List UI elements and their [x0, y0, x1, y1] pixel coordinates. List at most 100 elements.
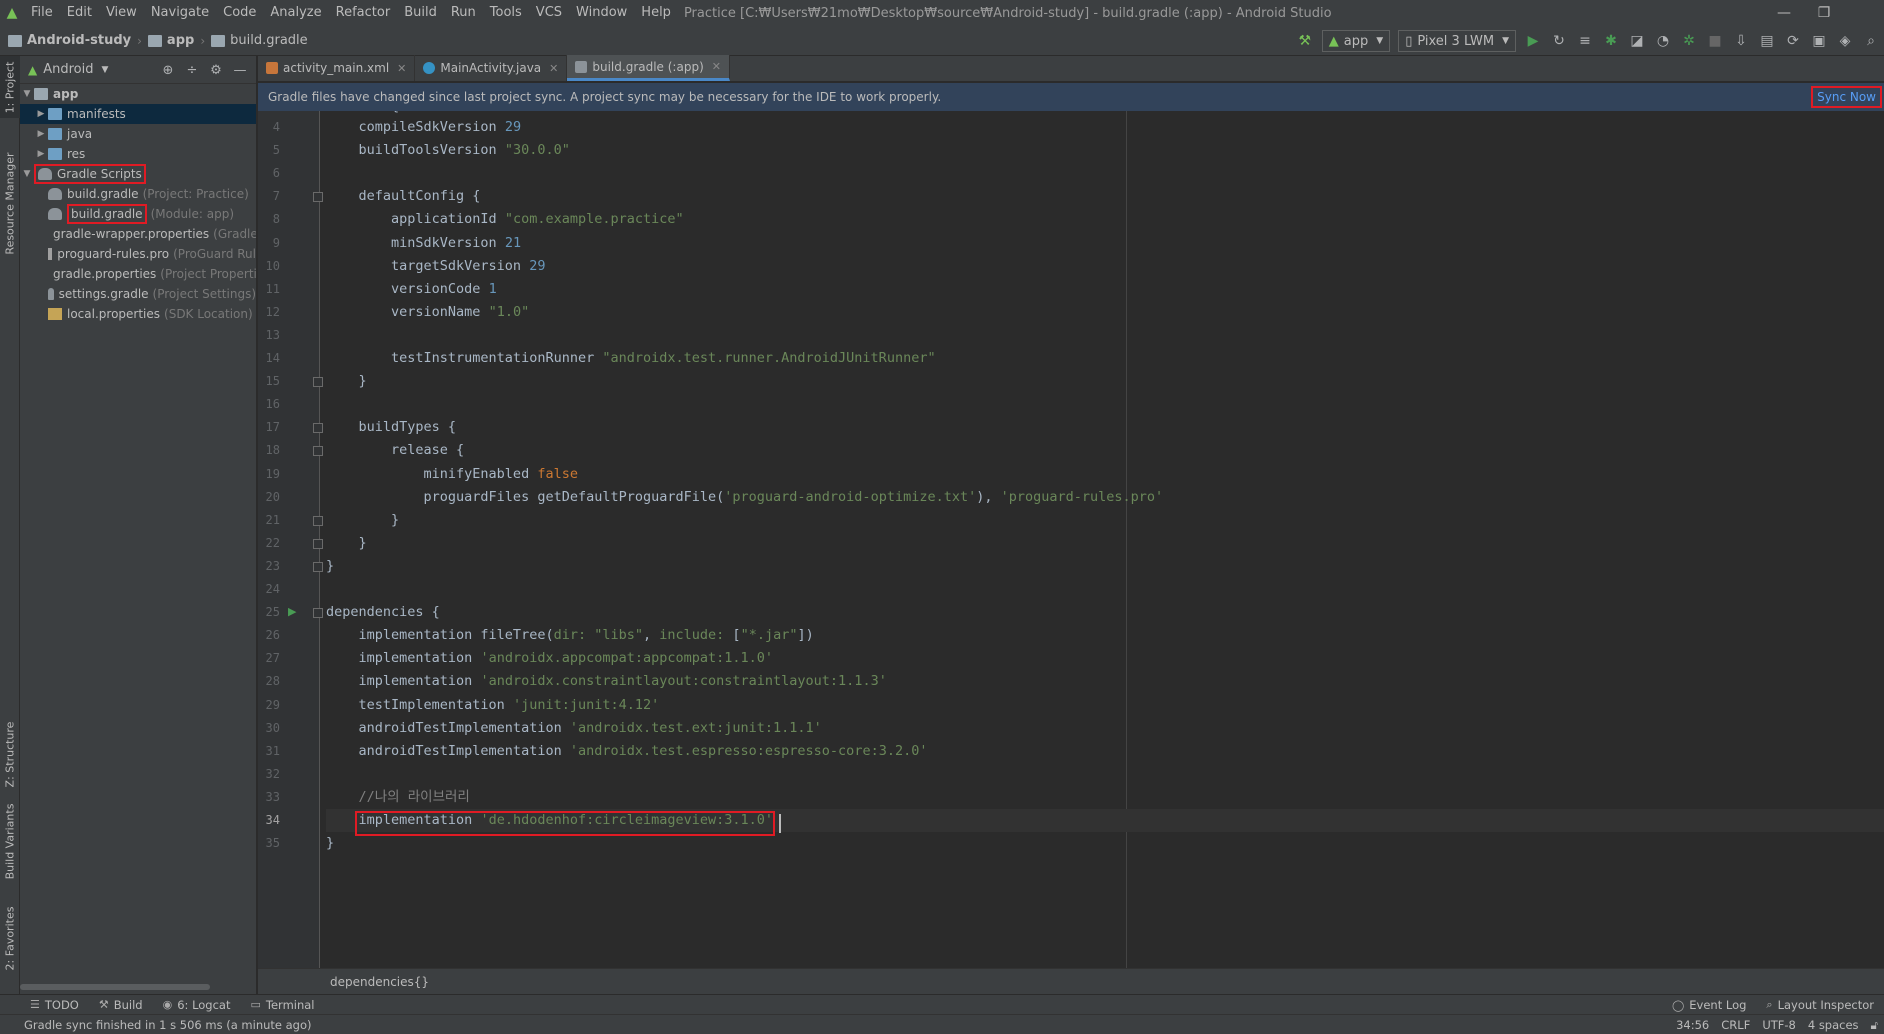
tree-item-build-gradle-project[interactable]: build.gradle (Project: Practice) [20, 184, 256, 204]
run-config-select[interactable]: ▲ app ▼ [1321, 30, 1391, 52]
project-structure-icon[interactable]: ▤ [1755, 29, 1779, 53]
tab-structure[interactable]: Z: Structure [0, 716, 20, 792]
code-line-31[interactable]: androidTestImplementation 'androidx.test… [326, 740, 928, 763]
project-view-select[interactable]: ▲ Android ▼ [28, 62, 108, 77]
collapse-all-icon[interactable]: ÷ [181, 58, 203, 82]
apply-code-changes-icon[interactable]: ≡ [1573, 29, 1597, 53]
code-line-8[interactable]: applicationId "com.example.practice" [326, 208, 684, 231]
restore-icon[interactable]: ❐ [1804, 0, 1844, 26]
menu-window[interactable]: Window [569, 0, 634, 26]
tree-item-settings-gradle[interactable]: settings.gradle (Project Settings) [20, 284, 256, 304]
tree-item-res[interactable]: ▶ res [20, 144, 256, 164]
code-line-19[interactable]: minifyEnabled false [326, 463, 578, 486]
menu-refactor[interactable]: Refactor [329, 0, 398, 26]
breadcrumb-module[interactable]: app [145, 33, 197, 48]
tree-item-local-properties[interactable]: local.properties (SDK Location) [20, 304, 256, 324]
code-line-18[interactable]: release { [326, 439, 464, 462]
fold-marker-icon[interactable] [313, 538, 323, 549]
code-line-22[interactable]: } [326, 532, 367, 555]
code-line-21[interactable]: } [326, 509, 399, 532]
code-line-23[interactable]: } [326, 555, 334, 578]
tab-build-variants[interactable]: Build Variants [0, 796, 20, 886]
sync-now-link[interactable]: Sync Now [1811, 86, 1882, 108]
search-icon[interactable]: ⌕ [1859, 29, 1883, 53]
fold-marker-icon[interactable] [313, 192, 323, 203]
menu-analyze[interactable]: Analyze [263, 0, 328, 26]
menu-code[interactable]: Code [216, 0, 263, 26]
tool-build[interactable]: ⚒ Build [89, 998, 153, 1012]
run-gutter-icon[interactable]: ▶ [288, 605, 296, 618]
code-line-28[interactable]: implementation 'androidx.constraintlayou… [326, 670, 887, 693]
menu-navigate[interactable]: Navigate [144, 0, 216, 26]
menu-run[interactable]: Run [444, 0, 483, 26]
tool-logcat[interactable]: ◉ 6: Logcat [153, 998, 241, 1012]
tab-project[interactable]: 1: Project [0, 56, 20, 118]
tab-resource-manager[interactable]: Resource Manager [0, 148, 20, 258]
make-project-icon[interactable]: ⚒ [1293, 29, 1317, 53]
indent-setting[interactable]: 4 spaces [1802, 1018, 1865, 1032]
apply-changes-icon[interactable]: ↻ [1547, 29, 1571, 53]
line-separator[interactable]: CRLF [1715, 1018, 1756, 1032]
fold-marker-icon[interactable] [313, 377, 323, 388]
breadcrumb-project[interactable]: Android-study [0, 33, 134, 48]
tab-mainactivity-java[interactable]: MainActivity.java ✕ [415, 55, 568, 81]
tree-item-proguard-rules[interactable]: proguard-rules.pro (ProGuard Rul [20, 244, 256, 264]
code-line-33[interactable]: //나의 라이브러리 [326, 786, 470, 809]
code-line-9[interactable]: minSdkVersion 21 [326, 232, 521, 255]
code-line-12[interactable]: versionName "1.0" [326, 301, 529, 324]
device-select[interactable]: ▯ Pixel 3 LWM ▼ [1398, 30, 1516, 52]
close-icon[interactable]: ✕ [397, 62, 406, 75]
code-line-26[interactable]: implementation fileTree(dir: "libs", inc… [326, 624, 814, 647]
profile-icon[interactable]: ◔ [1651, 29, 1675, 53]
attach-debugger-icon[interactable]: ✲ [1677, 29, 1701, 53]
tool-layout-inspector[interactable]: ⌕ Layout Inspector [1756, 998, 1884, 1012]
tab-build-gradle-app[interactable]: build.gradle (:app) ✕ [567, 55, 730, 81]
gear-icon[interactable]: ⚙ [205, 58, 227, 82]
run-with-coverage-icon[interactable]: ◪ [1625, 29, 1649, 53]
sync-project-icon[interactable]: ⇩ [1729, 29, 1753, 53]
avd-manager-icon[interactable]: ⟳ [1781, 29, 1805, 53]
tree-item-manifests[interactable]: ▶ manifests [20, 104, 256, 124]
code-line-14[interactable]: testInstrumentationRunner "androidx.test… [326, 347, 936, 370]
minimize-icon[interactable]: — [1764, 0, 1804, 26]
sdk-manager-icon[interactable]: ▣ [1807, 29, 1831, 53]
menu-build[interactable]: Build [397, 0, 444, 26]
fold-marker-icon[interactable] [313, 608, 323, 619]
code-line-10[interactable]: targetSdkVersion 29 [326, 255, 545, 278]
tree-item-gradle-wrapper[interactable]: gradle-wrapper.properties (Gradle [20, 224, 256, 244]
cursor-position[interactable]: 34:56 [1670, 1018, 1715, 1032]
debug-icon[interactable]: ✱ [1599, 29, 1623, 53]
fold-marker-icon[interactable] [313, 515, 323, 526]
tool-todo[interactable]: ☰ TODO [20, 998, 89, 1012]
tree-item-app[interactable]: ▼ app [20, 84, 256, 104]
fold-marker-icon[interactable] [313, 423, 323, 434]
menu-vcs[interactable]: VCS [529, 0, 569, 26]
code-line-17[interactable]: buildTypes { [326, 416, 457, 439]
tree-item-build-gradle-app[interactable]: build.gradle (Module: app) [20, 204, 256, 224]
tool-event-log[interactable]: ◯ Event Log [1662, 998, 1756, 1012]
code-line-35[interactable]: } [326, 832, 334, 855]
breadcrumb-file[interactable]: build.gradle [208, 33, 311, 48]
stop-icon[interactable]: ■ [1703, 29, 1727, 53]
code-line-7[interactable]: defaultConfig { [326, 185, 481, 208]
layout-inspector-icon[interactable]: ◈ [1833, 29, 1857, 53]
close-icon[interactable]: ✕ [549, 62, 558, 75]
tool-terminal[interactable]: ▭ Terminal [241, 998, 325, 1012]
code-editor[interactable]: 4 5 6 7 8 9 10 11 12 13 14 15 16 17 18 19 20 21 22 23 24 25 ▶ 2… [258, 111, 1884, 968]
tab-favorites[interactable]: 2: Favorites [0, 898, 20, 978]
horizontal-scrollbar[interactable] [20, 984, 210, 990]
code-line-11[interactable]: versionCode 1 [326, 278, 497, 301]
code-line-4[interactable]: compileSdkVersion 29 [326, 116, 522, 139]
tab-activity-main-xml[interactable]: activity_main.xml ✕ [258, 55, 416, 81]
code-line-29[interactable]: testImplementation 'junit:junit:4.12' [326, 694, 660, 717]
tree-item-java[interactable]: ▶ java [20, 124, 256, 144]
tree-item-gradle-properties[interactable]: gradle.properties (Project Properti [20, 264, 256, 284]
tree-item-gradle-scripts[interactable]: ▼ Gradle Scripts [20, 164, 256, 184]
menu-tools[interactable]: Tools [483, 0, 529, 26]
lock-icon[interactable]: 🔓︎ [1865, 1018, 1884, 1033]
menu-help[interactable]: Help [634, 0, 678, 26]
fold-marker-icon[interactable] [313, 446, 323, 457]
fold-marker-icon[interactable] [313, 561, 323, 572]
locate-file-icon[interactable]: ⊕ [157, 58, 179, 82]
code-line-5[interactable]: buildToolsVersion "30.0.0" [326, 139, 570, 162]
